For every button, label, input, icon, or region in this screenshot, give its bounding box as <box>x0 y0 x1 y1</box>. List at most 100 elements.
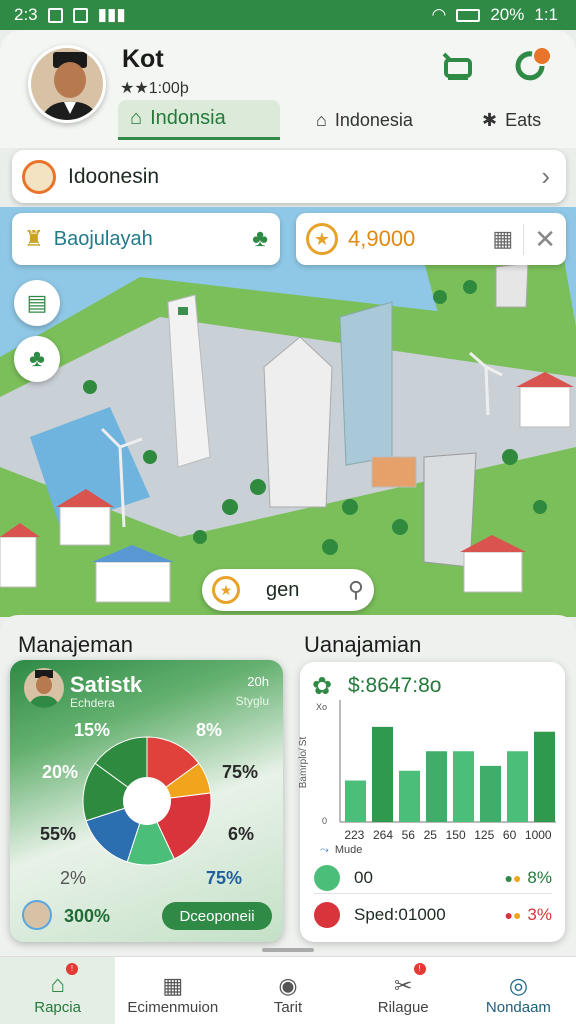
location-selector[interactable]: Idoonesin › <box>12 150 566 203</box>
clipboard-icon: ▤ <box>26 290 48 315</box>
stats-action-button[interactable]: Dceoponeii <box>162 902 272 930</box>
clover-icon: ✿ <box>312 673 333 700</box>
home-icon: ⌂ <box>50 971 65 998</box>
bar-x-label: 125 <box>474 828 495 842</box>
tab-indonesia[interactable]: ⌂ Indonesia <box>316 100 446 140</box>
pie-label-4: 75% <box>222 762 259 782</box>
clover-button[interactable]: ♣ <box>14 336 60 382</box>
nav-rapcia[interactable]: ! ⌂ Rapcia <box>0 957 116 1024</box>
signal-icon: ▮▮▮ <box>97 5 126 24</box>
leaf-icon: ♣ <box>252 225 268 252</box>
pie-label-2: 8% <box>196 720 223 740</box>
close-icon[interactable]: ✕ <box>523 223 556 255</box>
tab-eats[interactable]: ✱ Eats <box>482 100 562 140</box>
asterisk-icon: ✱ <box>482 109 498 130</box>
emblem-icon <box>22 159 56 194</box>
footer-avatar <box>22 900 52 930</box>
pie-label-5: 55% <box>40 824 77 844</box>
map-search-label: gen <box>266 578 300 601</box>
battery-icon <box>456 8 481 22</box>
coin-icon: ★ <box>306 223 338 255</box>
stats-subtitle: Echdera <box>70 696 115 710</box>
app-icon <box>72 7 88 23</box>
location-pin-icon: ⌂ <box>130 107 143 129</box>
bar-x-label: 56 <box>401 828 415 842</box>
revenue-card[interactable]: ✿ $:8647:8o Xo 0 Bamrplo/ St 223 264 56 25 1… <box>298 662 565 942</box>
status-extra: 1:1 <box>534 5 558 24</box>
city-map[interactable] <box>0 207 576 617</box>
bar-x-label: 60 <box>502 828 517 842</box>
pie-label-1: 15% <box>74 720 111 740</box>
tower-5 <box>495 262 529 308</box>
bar-x-label: 150 <box>445 828 466 842</box>
username: Kot <box>122 45 164 73</box>
pie-label-7: 2% <box>60 868 87 888</box>
battery-percent: 20% <box>490 5 525 24</box>
stats-title: Satistk <box>70 672 143 697</box>
y-axis-label: Bamrplo/ St <box>298 736 310 789</box>
tower-2 <box>263 336 333 508</box>
map-search-pill[interactable]: ★ gen ⚲ <box>202 569 374 611</box>
revenue-amount: $:8647:8o <box>348 674 442 697</box>
wifi-icon: ◠ <box>431 5 447 24</box>
legend-row-2[interactable]: Sped:01000 ●● 3% <box>314 899 552 931</box>
bar <box>479 765 502 822</box>
calendar-icon: ▦ <box>492 226 514 251</box>
stats-top-right-sub: Styglu <box>235 694 269 708</box>
nav-ecimenmuion[interactable]: ▦ Ecimenmuion <box>115 957 230 1024</box>
stats-top-right: 20h <box>247 674 269 689</box>
tools-icon: ✂ <box>393 973 413 998</box>
bar <box>344 780 367 822</box>
balance-value: 4,9000 <box>348 226 416 251</box>
nav-rilague[interactable]: ! ✂ Rilague <box>346 957 461 1024</box>
star-coin-icon: ★ <box>212 576 240 604</box>
status-dots: ●● <box>504 869 522 886</box>
status-time: 2:3 <box>14 5 38 24</box>
nav-nondaam[interactable]: ◎ Nondaam <box>461 957 576 1024</box>
tower-3 <box>339 301 393 466</box>
footer-value: 300% <box>64 906 111 926</box>
bar <box>533 731 556 822</box>
revenue-bar-chart <box>339 700 556 823</box>
notification-icon <box>47 7 63 23</box>
bar <box>425 751 448 822</box>
stats-pie-chart <box>82 736 212 866</box>
pie-label-3: 20% <box>42 762 79 782</box>
left-section-title: Manajeman <box>18 632 133 657</box>
legend-row-1[interactable]: 00 ●● 8% <box>314 862 552 894</box>
clipboard-button[interactable]: ▤ <box>14 280 60 326</box>
right-section-title: Uanajamian <box>304 632 422 657</box>
legend-dot-red <box>314 902 340 928</box>
y-tick-top: Xo <box>316 702 328 712</box>
bar-x-label: 25 <box>423 828 437 842</box>
bottom-nav: ! ⌂ Rapcia ▦ Ecimenmuion ◉ Tarit ! ✂ Ril… <box>0 956 576 1024</box>
refresh-icon <box>515 48 550 81</box>
search-icon[interactable]: ⚲ <box>348 577 364 603</box>
bar <box>506 751 529 822</box>
place-chip[interactable]: ♜ Baojulayah ♣ <box>12 213 280 265</box>
bar-x-labels: 223 264 56 25 150 125 60 1000 <box>340 828 556 842</box>
refresh-button[interactable] <box>510 44 554 88</box>
legend-dot-green <box>314 864 340 891</box>
bar <box>452 751 475 822</box>
bar <box>371 726 394 822</box>
legend-row: ⤳ Mude <box>320 844 363 856</box>
pie-label-8: 75% <box>206 868 243 888</box>
location-icon: ◉ <box>278 973 298 998</box>
chevron-right-icon: › <box>541 161 550 191</box>
house-icon: ⌂ <box>316 109 327 130</box>
y-tick-zero: 0 <box>322 816 328 826</box>
calculator-icon: ▦ <box>162 973 184 998</box>
bar <box>398 770 421 822</box>
profile-icon: ◎ <box>508 973 529 998</box>
tab-indonsia[interactable]: ⌂ Indonsia <box>118 100 280 140</box>
user-rating: ★★1:00þ <box>120 80 189 97</box>
stats-card[interactable]: Satistk Echdera 20h Styglu 15% 8% 20% 75… <box>10 660 283 942</box>
bar-x-label: 223 <box>344 828 365 842</box>
balance-chip[interactable]: ★ 4,9000 ▦ ✕ <box>296 213 566 265</box>
nav-tarit[interactable]: ◉ Tarit <box>230 957 345 1024</box>
drag-handle[interactable] <box>262 948 314 952</box>
nav-badge: ! <box>66 963 78 975</box>
avatar[interactable] <box>28 45 106 123</box>
cart-button[interactable] <box>436 44 480 88</box>
